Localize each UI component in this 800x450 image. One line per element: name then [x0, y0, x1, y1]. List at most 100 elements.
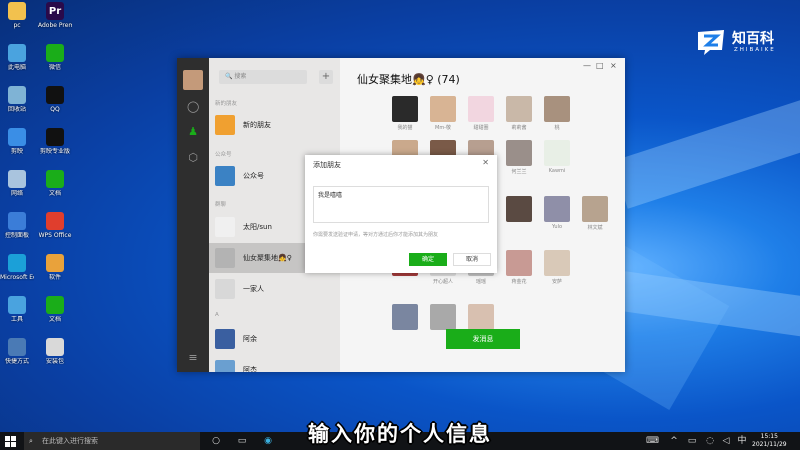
group-member[interactable]: Mm-敬	[428, 96, 458, 130]
member-avatar	[506, 196, 532, 222]
desktop-shortcut[interactable]: Microsoft Edge	[0, 254, 34, 281]
user-avatar[interactable]	[183, 70, 203, 90]
section-label: A	[215, 312, 219, 318]
section-label: 公众号	[215, 152, 232, 158]
contact-row[interactable]: 新的朋友	[209, 110, 340, 140]
member-name: 桃	[554, 125, 560, 130]
desktop-shortcut[interactable]: 快捷方式	[0, 338, 34, 365]
document-icon	[8, 86, 26, 104]
contact-avatar	[215, 329, 235, 349]
contact-row[interactable]: 阿余	[209, 324, 340, 354]
qq-icon	[46, 86, 64, 104]
computer-icon	[8, 44, 26, 62]
desktop-shortcut-label: 快捷方式	[4, 358, 29, 365]
group-member[interactable]: 桃	[542, 96, 572, 130]
desktop-shortcut-label: 文档	[48, 316, 61, 323]
verification-input[interactable]: 我是嘻嘻	[313, 186, 489, 223]
desktop-shortcut[interactable]: 剪映	[0, 128, 34, 155]
member-avatar	[544, 196, 570, 222]
desktop-shortcut-label: 剪映专业版	[39, 148, 70, 155]
member-name: 我的猫	[397, 125, 413, 130]
desktop-shortcut[interactable]: 软件	[38, 254, 72, 281]
group-member[interactable]	[390, 304, 420, 338]
desktop-shortcut[interactable]: 此电脑	[0, 44, 34, 71]
folder-icon	[8, 2, 26, 20]
minimize-button[interactable]: —	[583, 61, 591, 70]
premiere-icon: Pr	[46, 2, 64, 20]
contact-label: 新的朋友	[243, 121, 271, 129]
member-name: 瑶瑶	[475, 279, 486, 284]
search-input[interactable]: 🔍 搜索	[219, 70, 307, 84]
group-member[interactable]: 我的猫	[390, 96, 420, 130]
desktop-shortcut-label: 软件	[48, 274, 61, 281]
cube-icon[interactable]: ⬡	[187, 152, 199, 164]
member-avatar	[544, 250, 570, 276]
desktop-shortcut[interactable]: 回收站	[0, 86, 34, 113]
group-member[interactable]: 安萨	[542, 250, 572, 284]
contact-row[interactable]: 一家人	[209, 274, 340, 304]
capcut-icon	[46, 128, 64, 146]
group-member[interactable]: Yulo	[542, 196, 572, 230]
member-name: 安萨	[551, 279, 562, 284]
contact-avatar	[215, 360, 235, 372]
desktop-shortcut[interactable]: 微信	[38, 44, 72, 71]
close-button[interactable]: ×	[610, 61, 617, 70]
document-icon	[46, 170, 64, 188]
desktop-shortcut-label: 此电脑	[7, 64, 26, 71]
member-name: 何兰兰	[511, 169, 527, 174]
desktop-shortcut-label: 剪映	[10, 148, 23, 155]
add-button[interactable]: +	[319, 70, 333, 84]
contact-avatar	[215, 217, 235, 237]
group-member[interactable]: 莉莉酱	[504, 96, 534, 130]
tool-icon	[8, 296, 26, 314]
desktop-shortcut[interactable]: 剪映专业版	[38, 128, 72, 155]
desktop-shortcut[interactable]: 控制面板	[0, 212, 34, 239]
desktop-shortcut[interactable]: 工具	[0, 296, 34, 323]
chat-icon[interactable]: ◯	[187, 101, 199, 113]
section-label: 群聊	[215, 202, 227, 208]
wechat-rail: ◯ ♟ ⬡ ≡	[177, 58, 209, 372]
desktop-shortcut[interactable]: 网络	[0, 170, 34, 197]
member-avatar	[392, 96, 418, 122]
member-avatar	[582, 196, 608, 222]
desktop-shortcut[interactable]: WPS Office	[38, 212, 72, 239]
group-member[interactable]: 甜甜圈	[466, 96, 496, 130]
desktop-shortcut-label: 回收站	[7, 106, 26, 113]
contact-avatar	[215, 115, 235, 135]
logo-text: 知百科	[732, 31, 774, 47]
desktop-shortcut-label: 工具	[10, 316, 23, 323]
maximize-button[interactable]: □	[596, 61, 604, 70]
logo-subtext: ZHIBAIKE	[734, 47, 776, 53]
send-message-button[interactable]: 发消息	[446, 329, 520, 349]
section-label: 新的朋友	[215, 101, 238, 107]
close-icon[interactable]: ✕	[482, 158, 489, 167]
group-member[interactable]	[504, 196, 534, 230]
member-name: 开心超人	[432, 279, 453, 284]
member-name	[390, 332, 420, 338]
group-member[interactable]: Kawmi	[542, 140, 572, 174]
wechat-icon	[46, 44, 64, 62]
cancel-button[interactable]: 取消	[453, 253, 491, 266]
member-avatar	[468, 96, 494, 122]
desktop-shortcut[interactable]: 文档	[38, 296, 72, 323]
group-member[interactable]: 林文斌	[580, 196, 610, 230]
member-avatar	[468, 304, 494, 330]
member-avatar	[430, 304, 456, 330]
menu-icon[interactable]: ≡	[187, 352, 199, 364]
shortcut-icon	[8, 338, 26, 356]
desktop-shortcut[interactable]: pc	[0, 2, 34, 29]
member-name: Yulo	[551, 224, 563, 230]
desktop-shortcut[interactable]: 安装包	[38, 338, 72, 365]
desktop-shortcut-label: 微信	[48, 64, 61, 71]
contact-row[interactable]: 阿杰	[209, 355, 340, 372]
desktop-shortcut[interactable]: QQ	[38, 86, 72, 113]
desktop-shortcut-label: Microsoft Edge	[0, 274, 34, 281]
group-member[interactable]: 何兰兰	[504, 140, 534, 174]
contact-label: 阿余	[243, 335, 257, 343]
desktop-shortcut[interactable]: Pr Adobe Premiere...	[38, 2, 72, 29]
desktop-shortcut[interactable]: 文档	[38, 170, 72, 197]
group-member[interactable]: 蒋金花	[504, 250, 534, 284]
confirm-button[interactable]: 确定	[409, 253, 447, 266]
contacts-icon[interactable]: ♟	[187, 126, 199, 138]
edge-icon	[8, 254, 26, 272]
